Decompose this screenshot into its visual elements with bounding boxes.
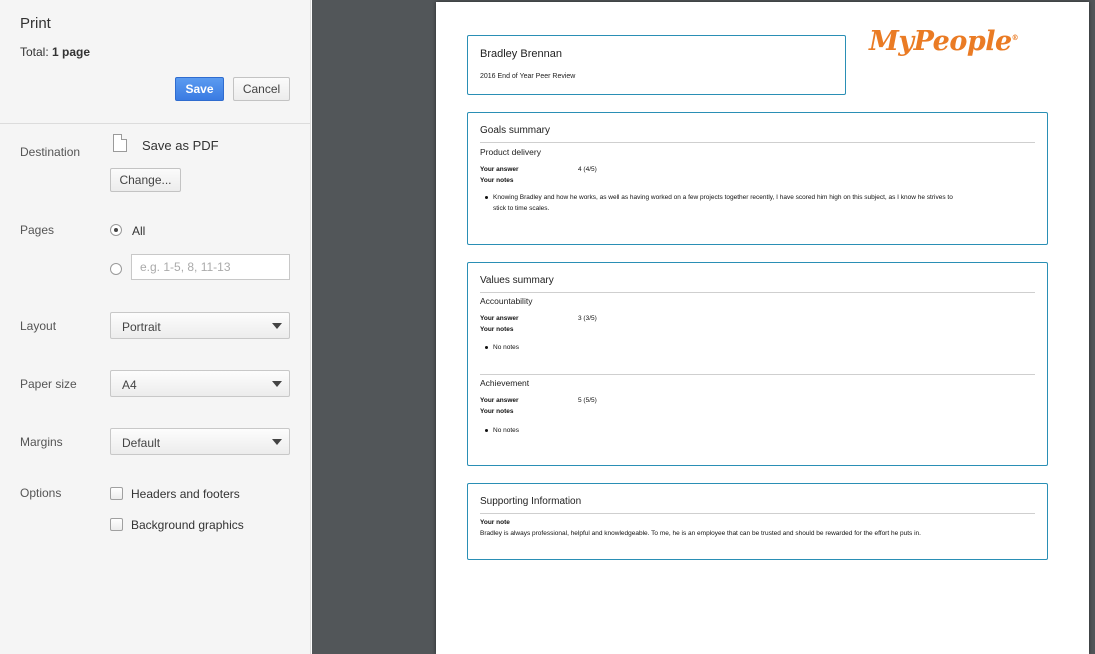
divider: [480, 142, 1035, 143]
divider: [480, 374, 1035, 375]
logo-text: MyPeople: [869, 26, 1012, 57]
note-line-2: stick to time scales.: [493, 205, 550, 212]
print-preview-area[interactable]: Bradley Brennan 2016 End of Year Peer Re…: [312, 0, 1095, 654]
background-graphics-label: Background graphics: [131, 518, 244, 532]
print-settings-panel: Print Total: 1 page Save Cancel Destinat…: [0, 0, 311, 654]
chevron-down-icon: [272, 381, 282, 387]
divider: [480, 513, 1035, 514]
save-button[interactable]: Save: [175, 77, 224, 101]
chevron-down-icon: [272, 439, 282, 445]
pages-label: Pages: [20, 223, 55, 237]
mypeople-logo: MyPeople®: [869, 26, 1019, 57]
divider: [480, 292, 1035, 293]
values-summary-title: Values summary: [480, 275, 554, 286]
note-text: No notes: [493, 344, 520, 351]
supporting-information-title: Supporting Information: [480, 496, 582, 507]
margins-value: Default: [122, 436, 161, 450]
supporting-information-box: Supporting Information Your note Bradley…: [467, 483, 1048, 560]
answer-label: Your answer: [480, 166, 519, 173]
answer-value: 5 (5/5): [578, 397, 597, 404]
supporting-note: Bradley is always professional, helpful …: [480, 530, 921, 537]
destination-value: Save as PDF: [142, 138, 219, 153]
value-name: Accountability: [480, 296, 533, 306]
goals-summary-title: Goals summary: [480, 125, 551, 136]
preview-page: Bradley Brennan 2016 End of Year Peer Re…: [436, 2, 1089, 654]
background-graphics-checkbox[interactable]: [110, 518, 123, 531]
note-label: Your note: [480, 519, 510, 526]
review-title: 2016 End of Year Peer Review: [480, 73, 576, 80]
pages-custom-input[interactable]: [131, 254, 290, 280]
value-name: Achievement: [480, 378, 530, 388]
layout-value: Portrait: [122, 320, 161, 334]
paper-size-label: Paper size: [20, 377, 77, 391]
print-header: Print Total: 1 page Save Cancel: [0, 0, 310, 124]
paper-size-value: A4: [122, 378, 137, 392]
options-label: Options: [20, 486, 62, 500]
margins-select[interactable]: Default: [110, 428, 290, 455]
headers-footers-label: Headers and footers: [131, 487, 240, 501]
headers-footers-checkbox[interactable]: [110, 487, 123, 500]
answer-label: Your answer: [480, 315, 519, 322]
employee-header-box: Bradley Brennan 2016 End of Year Peer Re…: [467, 35, 846, 95]
answer-label: Your answer: [480, 397, 519, 404]
answer-value: 3 (3/5): [578, 315, 597, 322]
pages-all-radio[interactable]: [110, 224, 122, 236]
destination-label: Destination: [20, 145, 81, 159]
print-title: Print: [20, 15, 51, 32]
note-line-1: Knowing Bradley and how he works, as wel…: [493, 194, 953, 201]
layout-label: Layout: [20, 319, 57, 333]
total-label: Total:: [20, 45, 49, 59]
notes-label: Your notes: [480, 326, 514, 333]
notes-label: Your notes: [480, 408, 514, 415]
total-value: 1 page: [52, 45, 91, 59]
goal-name: Product delivery: [480, 147, 541, 157]
bullet-icon: [485, 429, 488, 432]
bullet-icon: [485, 196, 488, 199]
employee-name: Bradley Brennan: [480, 48, 562, 60]
paper-size-select[interactable]: A4: [110, 370, 290, 397]
pdf-file-icon: [113, 134, 127, 152]
chevron-down-icon: [272, 323, 282, 329]
total-pages: Total: 1 page: [20, 45, 90, 59]
cancel-button[interactable]: Cancel: [233, 77, 290, 101]
note-bullet: Knowing Bradley and how he works, as wel…: [485, 192, 1035, 214]
answer-value: 4 (4/5): [578, 166, 597, 173]
margins-label: Margins: [20, 435, 63, 449]
pages-all-label: All: [132, 224, 146, 238]
pages-custom-radio[interactable]: [110, 263, 122, 275]
note-bullet: No notes: [485, 342, 519, 353]
change-destination-button[interactable]: Change...: [110, 168, 181, 192]
values-summary-box: Values summary Accountability Your answe…: [467, 262, 1048, 466]
layout-select[interactable]: Portrait: [110, 312, 290, 339]
goals-summary-box: Goals summary Product delivery Your answ…: [467, 112, 1048, 245]
note-bullet: No notes: [485, 425, 519, 436]
note-text: No notes: [493, 427, 520, 434]
bullet-icon: [485, 346, 488, 349]
notes-label: Your notes: [480, 177, 514, 184]
